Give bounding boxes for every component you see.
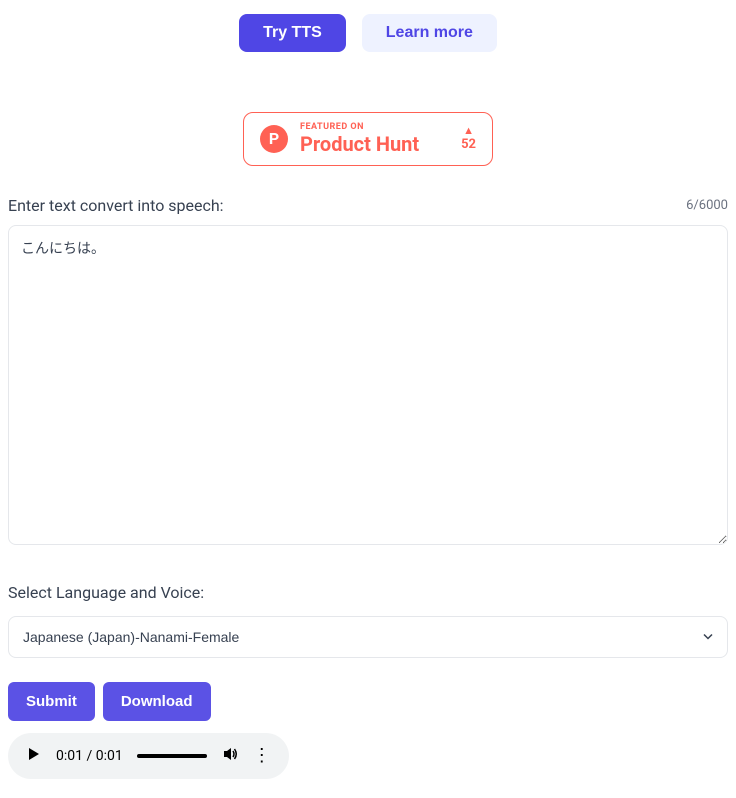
text-input[interactable]	[8, 225, 728, 545]
play-icon[interactable]	[26, 746, 42, 766]
upvote-arrow-icon: ▲	[463, 125, 474, 136]
audio-player: 0:01 / 0:01 ⋮	[8, 733, 289, 779]
product-hunt-text: FEATURED ON Product Hunt	[300, 123, 419, 155]
more-icon[interactable]: ⋮	[253, 747, 271, 765]
voice-select[interactable]: Japanese (Japan)-Nanami-Female	[8, 616, 728, 658]
product-hunt-logo-icon: P	[260, 125, 288, 153]
voice-select-label: Select Language and Voice:	[8, 583, 728, 602]
audio-progress-bar[interactable]	[137, 754, 207, 758]
text-input-label: Enter text convert into speech:	[8, 196, 224, 215]
submit-button[interactable]: Submit	[8, 682, 95, 721]
product-hunt-name: Product Hunt	[300, 133, 419, 155]
product-hunt-badge[interactable]: P FEATURED ON Product Hunt ▲ 52	[243, 112, 493, 166]
product-hunt-votes: ▲ 52	[461, 125, 476, 152]
try-tts-button[interactable]: Try TTS	[239, 14, 346, 52]
audio-time: 0:01 / 0:01	[56, 748, 123, 764]
download-button[interactable]: Download	[103, 682, 211, 721]
char-count: 6/6000	[686, 198, 728, 213]
learn-more-button[interactable]: Learn more	[362, 14, 497, 52]
volume-icon[interactable]	[221, 745, 239, 767]
product-hunt-vote-count: 52	[461, 137, 476, 152]
